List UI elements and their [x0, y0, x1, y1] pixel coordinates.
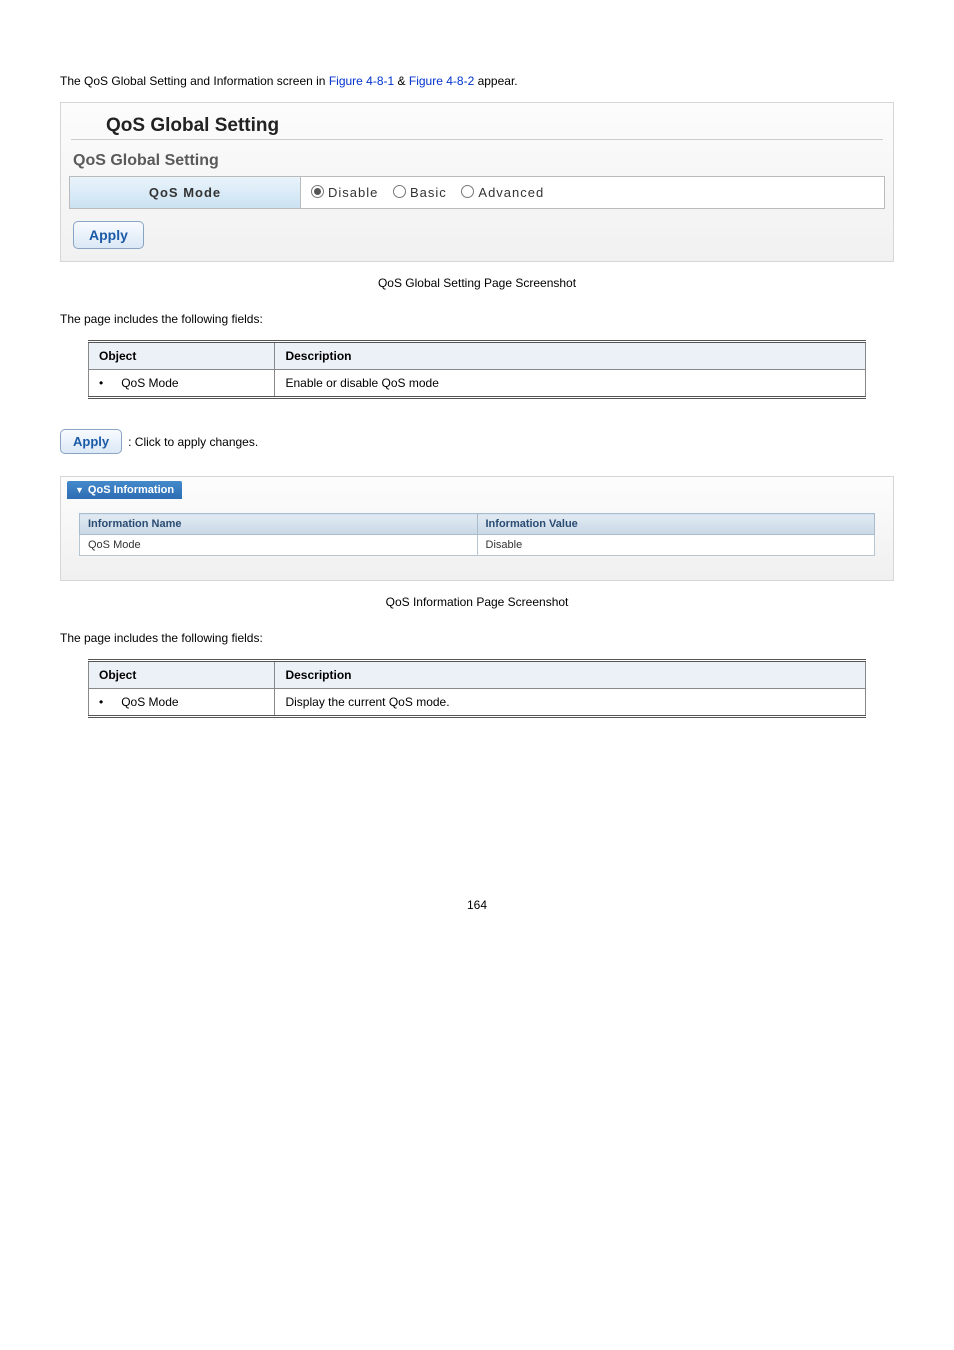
radio-disable-label: Disable — [328, 185, 378, 200]
link-figure-4-8-1[interactable]: Figure 4-8-1 — [329, 74, 394, 88]
info-value-header: Information Value — [477, 514, 875, 535]
fields-table-2: Object Description QoS Mode Display the … — [88, 659, 866, 718]
qos-mode-row: QoS Mode Disable Basic Advanced — [69, 176, 885, 209]
fields-intro-2: The page includes the following fields: — [60, 629, 894, 647]
radio-advanced[interactable] — [461, 185, 474, 198]
radio-disable[interactable] — [311, 185, 324, 198]
caret-down-icon: ▼ — [75, 485, 84, 495]
table2-head-description: Description — [275, 661, 866, 689]
link-figure-4-8-2[interactable]: Figure 4-8-2 — [409, 74, 474, 88]
table2-desc-qos-mode: Display the current QoS mode. — [275, 689, 866, 717]
caption-screenshot-2: QoS Information Page Screenshot — [60, 595, 894, 609]
caption-screenshot-1: QoS Global Setting Page Screenshot — [60, 276, 894, 290]
fields-table-1: Object Description QoS Mode Enable or di… — [88, 340, 866, 399]
table1-obj-qos-mode: QoS Mode — [89, 370, 275, 398]
table1-head-description: Description — [275, 342, 866, 370]
table2-obj-qos-mode: QoS Mode — [89, 689, 275, 717]
apply-button[interactable]: Apply — [73, 221, 144, 249]
page-number: 164 — [60, 898, 894, 912]
table1-desc-qos-mode: Enable or disable QoS mode — [275, 370, 866, 398]
table2-head-object: Object — [89, 661, 275, 689]
qos-mode-options: Disable Basic Advanced — [301, 177, 884, 208]
screenshot-qos-information: ▼QoS Information Information Name Inform… — [60, 476, 894, 581]
screenshot-qos-global-setting: QoS Global Setting QoS Global Setting Qo… — [60, 102, 894, 262]
screenshot-title: QoS Global Setting — [71, 103, 883, 140]
info-row-name: QoS Mode — [80, 535, 478, 556]
screenshot-subtitle: QoS Global Setting — [69, 144, 885, 176]
apply-button-inline[interactable]: Apply — [60, 429, 122, 454]
apply-inline-text: : Click to apply changes. — [128, 435, 258, 449]
qos-info-table: Information Name Information Value QoS M… — [79, 513, 875, 556]
intro-paragraph: The QoS Global Setting and Information s… — [60, 72, 894, 90]
table1-head-object: Object — [89, 342, 275, 370]
radio-basic-label: Basic — [410, 185, 447, 200]
radio-basic[interactable] — [393, 185, 406, 198]
fields-intro-1: The page includes the following fields: — [60, 310, 894, 328]
qos-mode-label: QoS Mode — [70, 177, 301, 208]
apply-inline-row: Apply : Click to apply changes. — [60, 429, 894, 454]
radio-advanced-label: Advanced — [478, 185, 544, 200]
info-name-header: Information Name — [80, 514, 478, 535]
qos-info-bar[interactable]: ▼QoS Information — [67, 481, 182, 499]
info-row-value: Disable — [477, 535, 875, 556]
